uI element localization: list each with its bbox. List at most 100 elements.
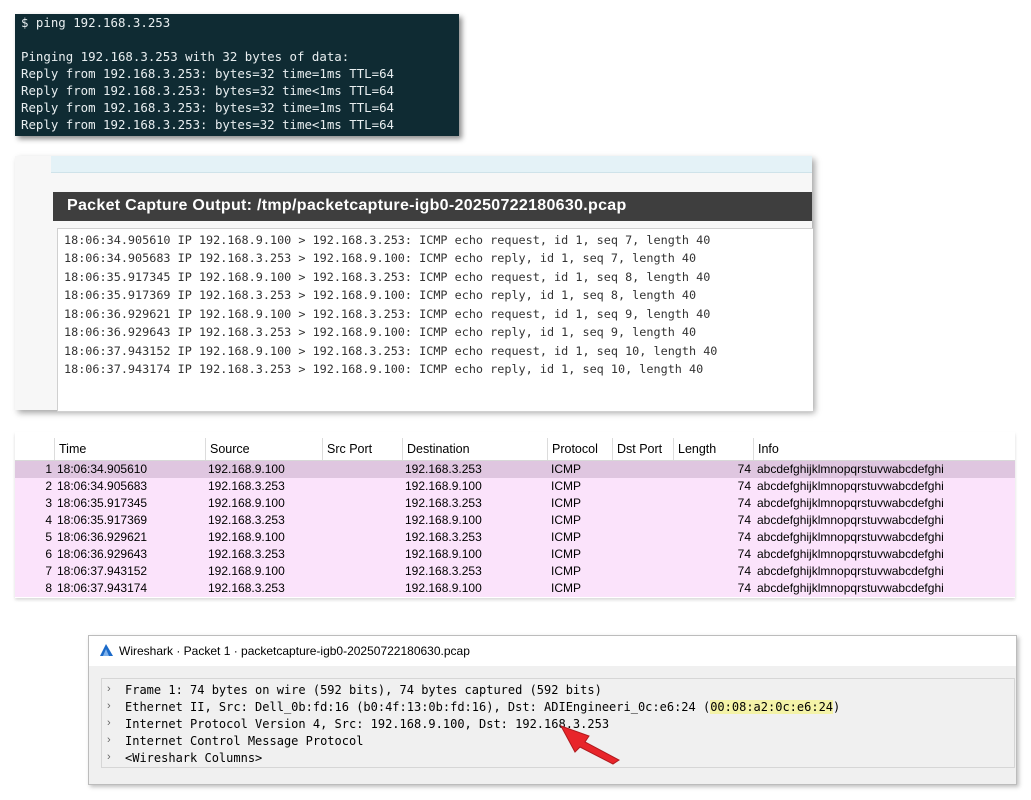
chevron-right-icon[interactable]: ›	[107, 683, 111, 695]
cell-destination: 192.168.3.253	[405, 496, 482, 510]
cell-length: 74	[737, 496, 751, 510]
terminal-window: $ ping 192.168.3.253 Pinging 192.168.3.2…	[15, 14, 459, 136]
cell-info: abcdefghijklmnopqrstuvwabcdefghi	[757, 530, 944, 544]
cell-info: abcdefghijklmnopqrstuvwabcdefghi	[757, 513, 944, 527]
chevron-right-icon[interactable]: ›	[107, 751, 111, 763]
cell-source: 192.168.9.100	[208, 462, 285, 476]
cell-info: abcdefghijklmnopqrstuvwabcdefghi	[757, 479, 944, 493]
cell-source: 192.168.3.253	[208, 513, 285, 527]
packet-row[interactable]: 1 18:06:34.905610 192.168.9.100 192.168.…	[15, 461, 1015, 478]
cell-protocol: ICMP	[551, 530, 581, 544]
cell-destination: 192.168.3.253	[405, 564, 482, 578]
cell-time: 18:06:34.905610	[57, 462, 148, 476]
cell-no: 3	[45, 496, 52, 510]
tree-node-label: Internet Control Message Protocol	[125, 734, 364, 748]
wireshark-fin-icon	[100, 644, 113, 656]
column-header-info[interactable]: Info	[754, 438, 1015, 460]
cell-length: 74	[737, 581, 751, 595]
packet-list-header: Time Source Src Port Destination Protoco…	[15, 438, 1015, 461]
packet-row[interactable]: 4 18:06:35.917369 192.168.3.253 192.168.…	[15, 512, 1015, 529]
capture-line: 18:06:34.905683 IP 192.168.3.253 > 192.1…	[64, 251, 697, 265]
capture-line: 18:06:35.917345 IP 192.168.9.100 > 192.1…	[64, 270, 711, 284]
cell-length: 74	[737, 513, 751, 527]
column-header-time[interactable]: Time	[55, 438, 206, 460]
column-header-src-port[interactable]: Src Port	[323, 438, 403, 460]
highlighted-mac: 00:08:a2:0c:e6:24	[710, 700, 834, 714]
cell-source: 192.168.3.253	[208, 547, 285, 561]
terminal-line: Reply from 192.168.3.253: bytes=32 time=…	[21, 100, 394, 115]
cell-destination: 192.168.9.100	[405, 581, 482, 595]
terminal-line: Reply from 192.168.3.253: bytes=32 time<…	[21, 83, 394, 98]
cell-protocol: ICMP	[551, 462, 581, 476]
column-header-destination[interactable]: Destination	[403, 438, 548, 460]
cell-source: 192.168.9.100	[208, 496, 285, 510]
terminal-line: Reply from 192.168.3.253: bytes=32 time=…	[21, 66, 394, 81]
cell-destination: 192.168.9.100	[405, 513, 482, 527]
ethernet-text: Ethernet II, Src: Dell_0b:fd:16 (b0:4f:1…	[125, 700, 711, 714]
cell-protocol: ICMP	[551, 581, 581, 595]
terminal-line: $ ping 192.168.3.253	[21, 15, 171, 30]
cell-no: 8	[45, 581, 52, 595]
cell-no: 4	[45, 513, 52, 527]
cell-length: 74	[737, 564, 751, 578]
column-header-no[interactable]	[15, 438, 55, 460]
panel-top-strip	[51, 156, 812, 173]
packet-row[interactable]: 3 18:06:35.917345 192.168.9.100 192.168.…	[15, 495, 1015, 512]
packet-row[interactable]: 6 18:06:36.929643 192.168.3.253 192.168.…	[15, 546, 1015, 563]
cell-no: 5	[45, 530, 52, 544]
column-header-length[interactable]: Length	[674, 438, 754, 460]
packet-row[interactable]: 5 18:06:36.929621 192.168.9.100 192.168.…	[15, 529, 1015, 546]
chevron-right-icon[interactable]: ›	[107, 700, 111, 712]
packet-capture-output[interactable]: 18:06:34.905610 IP 192.168.9.100 > 192.1…	[57, 228, 813, 412]
terminal-line: Pinging 192.168.3.253 with 32 bytes of d…	[21, 49, 350, 64]
cell-time: 18:06:36.929643	[57, 547, 148, 561]
cell-length: 74	[737, 479, 751, 493]
cell-info: abcdefghijklmnopqrstuvwabcdefghi	[757, 547, 944, 561]
column-header-protocol[interactable]: Protocol	[548, 438, 613, 460]
cell-protocol: ICMP	[551, 479, 581, 493]
cell-info: abcdefghijklmnopqrstuvwabcdefghi	[757, 496, 944, 510]
cell-time: 18:06:36.929621	[57, 530, 148, 544]
window-title-bar[interactable]: Wireshark · Packet 1 · packetcapture-igb…	[89, 636, 1016, 666]
capture-line: 18:06:37.943174 IP 192.168.3.253 > 192.1…	[64, 362, 704, 376]
chevron-right-icon[interactable]: ›	[107, 734, 111, 746]
cell-length: 74	[737, 462, 751, 476]
cell-info: abcdefghijklmnopqrstuvwabcdefghi	[757, 581, 944, 595]
cell-protocol: ICMP	[551, 564, 581, 578]
packet-row[interactable]: 7 18:06:37.943152 192.168.9.100 192.168.…	[15, 563, 1015, 580]
cell-time: 18:06:35.917345	[57, 496, 148, 510]
cell-time: 18:06:37.943152	[57, 564, 148, 578]
capture-line: 18:06:35.917369 IP 192.168.3.253 > 192.1…	[64, 288, 697, 302]
column-header-dst-port[interactable]: Dst Port	[613, 438, 674, 460]
tree-node-label: <Wireshark Columns>	[125, 751, 263, 765]
capture-line: 18:06:37.943152 IP 192.168.9.100 > 192.1…	[64, 344, 718, 358]
packet-row[interactable]: 8 18:06:37.943174 192.168.3.253 192.168.…	[15, 580, 1015, 597]
cell-protocol: ICMP	[551, 513, 581, 527]
packet-detail-window: Wireshark · Packet 1 · packetcapture-igb…	[88, 635, 1017, 785]
cell-info: abcdefghijklmnopqrstuvwabcdefghi	[757, 564, 944, 578]
window-title: Wireshark · Packet 1 · packetcapture-igb…	[119, 644, 470, 658]
packet-row[interactable]: 2 18:06:34.905683 192.168.3.253 192.168.…	[15, 478, 1015, 495]
cell-destination: 192.168.3.253	[405, 530, 482, 544]
capture-line: 18:06:34.905610 IP 192.168.9.100 > 192.1…	[64, 233, 711, 247]
cell-destination: 192.168.3.253	[405, 462, 482, 476]
capture-line: 18:06:36.929643 IP 192.168.3.253 > 192.1…	[64, 325, 697, 339]
column-header-source[interactable]: Source	[206, 438, 323, 460]
cell-protocol: ICMP	[551, 547, 581, 561]
cell-no: 2	[45, 479, 52, 493]
cell-protocol: ICMP	[551, 496, 581, 510]
cell-no: 6	[45, 547, 52, 561]
chevron-right-icon[interactable]: ›	[107, 717, 111, 729]
cell-no: 7	[45, 564, 52, 578]
cell-time: 18:06:34.905683	[57, 479, 148, 493]
cell-time: 18:06:37.943174	[57, 581, 148, 595]
cell-source: 192.168.9.100	[208, 530, 285, 544]
packet-capture-title-bar: Packet Capture Output: /tmp/packetcaptur…	[53, 192, 812, 221]
red-arrow-icon	[559, 725, 620, 765]
cell-length: 74	[737, 547, 751, 561]
cell-source: 192.168.3.253	[208, 479, 285, 493]
tree-node-label: Frame 1: 74 bytes on wire (592 bits), 74…	[125, 683, 602, 697]
tree-node-label: Ethernet II, Src: Dell_0b:fd:16 (b0:4f:1…	[125, 699, 840, 716]
tree-node-label: Internet Protocol Version 4, Src: 192.16…	[125, 717, 610, 731]
cell-source: 192.168.9.100	[208, 564, 285, 578]
